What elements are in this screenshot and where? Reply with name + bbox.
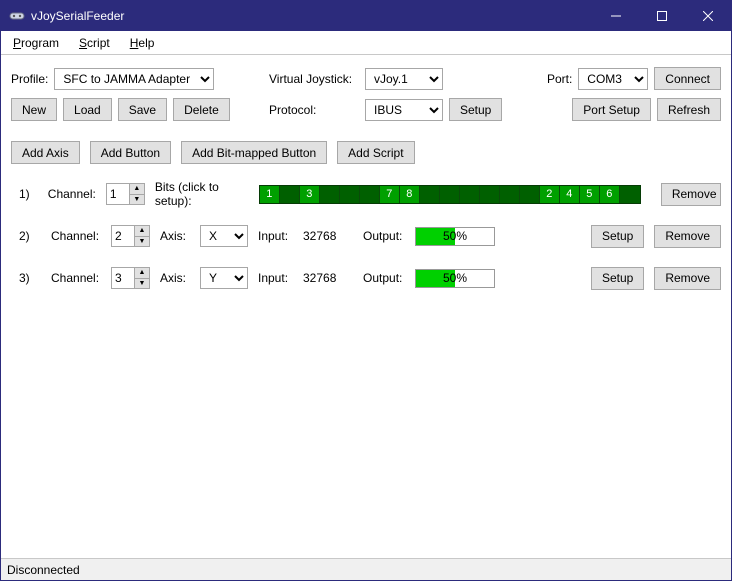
spin-down-icon[interactable]: ▼ bbox=[135, 237, 149, 247]
menu-program[interactable]: Program bbox=[9, 34, 63, 52]
joystick-select[interactable]: vJoy.1 bbox=[365, 68, 443, 90]
maximize-button[interactable] bbox=[639, 1, 685, 31]
channel-spinner[interactable]: ▲▼ bbox=[106, 183, 145, 205]
bit-cell[interactable]: 5 bbox=[580, 186, 600, 203]
spin-up-icon[interactable]: ▲ bbox=[135, 226, 149, 237]
profile-load-button[interactable]: Load bbox=[63, 98, 112, 121]
port-refresh-button[interactable]: Refresh bbox=[657, 98, 721, 121]
spin-up-icon[interactable]: ▲ bbox=[135, 268, 149, 279]
row-setup-button[interactable]: Setup bbox=[591, 267, 644, 290]
remove-button[interactable]: Remove bbox=[654, 267, 721, 290]
axis-label: Axis: bbox=[160, 229, 190, 243]
window-title: vJoySerialFeeder bbox=[31, 9, 124, 23]
bit-cell[interactable] bbox=[420, 186, 440, 203]
bit-cell[interactable] bbox=[620, 186, 640, 203]
input-value: 32768 bbox=[303, 271, 353, 285]
axis-label: Axis: bbox=[160, 271, 190, 285]
bits-bar[interactable]: 1 3 78 2456 bbox=[259, 185, 641, 204]
port-select[interactable]: COM3 bbox=[578, 68, 648, 90]
profile-delete-button[interactable]: Delete bbox=[173, 98, 230, 121]
add-bitmapped-button[interactable]: Add Bit-mapped Button bbox=[181, 141, 327, 164]
protocol-select[interactable]: IBUS bbox=[365, 99, 443, 121]
bit-cell[interactable] bbox=[360, 186, 380, 203]
input-label: Input: bbox=[258, 229, 293, 243]
port-label: Port: bbox=[547, 72, 572, 86]
connect-button[interactable]: Connect bbox=[654, 67, 721, 90]
profile-select[interactable]: SFC to JAMMA Adapter bbox=[54, 68, 214, 90]
profile-save-button[interactable]: Save bbox=[118, 98, 167, 121]
protocol-setup-button[interactable]: Setup bbox=[449, 98, 502, 121]
bit-cell[interactable] bbox=[460, 186, 480, 203]
output-label: Output: bbox=[363, 229, 405, 243]
output-meter: 50% bbox=[415, 269, 495, 288]
row-index: 1) bbox=[11, 187, 38, 201]
output-label: Output: bbox=[363, 271, 405, 285]
bit-cell[interactable] bbox=[500, 186, 520, 203]
status-text: Disconnected bbox=[7, 563, 80, 577]
spin-down-icon[interactable]: ▼ bbox=[130, 195, 144, 205]
channel-label: Channel: bbox=[51, 229, 101, 243]
bit-cell[interactable] bbox=[280, 186, 300, 203]
output-value: 50% bbox=[443, 229, 467, 243]
statusbar: Disconnected bbox=[1, 558, 731, 580]
menubar: Program Script Help bbox=[1, 31, 731, 55]
bit-cell[interactable]: 3 bbox=[300, 186, 320, 203]
channel-input[interactable] bbox=[112, 268, 134, 288]
titlebar: vJoySerialFeeder bbox=[1, 1, 731, 31]
channel-spinner[interactable]: ▲▼ bbox=[111, 267, 150, 289]
protocol-label: Protocol: bbox=[269, 103, 359, 117]
minimize-button[interactable] bbox=[593, 1, 639, 31]
remove-button[interactable]: Remove bbox=[654, 225, 721, 248]
bit-cell[interactable] bbox=[440, 186, 460, 203]
row-index: 2) bbox=[11, 229, 41, 243]
app-icon bbox=[9, 8, 25, 24]
axis-select[interactable]: X bbox=[200, 225, 248, 247]
channel-spinner[interactable]: ▲▼ bbox=[111, 225, 150, 247]
bit-cell[interactable] bbox=[520, 186, 540, 203]
spin-down-icon[interactable]: ▼ bbox=[135, 279, 149, 289]
menu-help[interactable]: Help bbox=[126, 34, 159, 52]
menu-script[interactable]: Script bbox=[75, 34, 114, 52]
bit-cell[interactable]: 7 bbox=[380, 186, 400, 203]
add-axis-button[interactable]: Add Axis bbox=[11, 141, 80, 164]
mapping-row: 2) Channel: ▲▼ Axis: X Input: 32768 Output: 50% S… bbox=[11, 222, 721, 250]
bits-label: Bits (click to setup): bbox=[155, 180, 249, 208]
mapping-row: 1) Channel: ▲▼ Bits (click to setup): 1 3 78 24… bbox=[11, 180, 721, 208]
bit-cell[interactable]: 1 bbox=[260, 186, 280, 203]
bit-cell[interactable]: 2 bbox=[540, 186, 560, 203]
close-button[interactable] bbox=[685, 1, 731, 31]
bit-cell[interactable]: 4 bbox=[560, 186, 580, 203]
output-value: 50% bbox=[443, 271, 467, 285]
channel-label: Channel: bbox=[51, 271, 101, 285]
bit-cell[interactable]: 8 bbox=[400, 186, 420, 203]
output-meter: 50% bbox=[415, 227, 495, 246]
spin-up-icon[interactable]: ▲ bbox=[130, 184, 144, 195]
input-value: 32768 bbox=[303, 229, 353, 243]
profile-label: Profile: bbox=[11, 72, 48, 86]
bit-cell[interactable] bbox=[320, 186, 340, 203]
profile-new-button[interactable]: New bbox=[11, 98, 57, 121]
bit-cell[interactable] bbox=[480, 186, 500, 203]
channel-input[interactable] bbox=[112, 226, 134, 246]
port-setup-button[interactable]: Port Setup bbox=[572, 98, 651, 121]
row-index: 3) bbox=[11, 271, 41, 285]
row-setup-button[interactable]: Setup bbox=[591, 225, 644, 248]
add-script-button[interactable]: Add Script bbox=[337, 141, 414, 164]
channel-label: Channel: bbox=[48, 187, 96, 201]
add-button-button[interactable]: Add Button bbox=[90, 141, 171, 164]
joystick-label: Virtual Joystick: bbox=[269, 72, 359, 86]
input-label: Input: bbox=[258, 271, 293, 285]
axis-select[interactable]: Y bbox=[200, 267, 248, 289]
mapping-row: 3) Channel: ▲▼ Axis: Y Input: 32768 Output: 50% S… bbox=[11, 264, 721, 292]
bit-cell[interactable]: 6 bbox=[600, 186, 620, 203]
bit-cell[interactable] bbox=[340, 186, 360, 203]
content-area: Profile: SFC to JAMMA Adapter Virtual Jo… bbox=[1, 55, 731, 558]
channel-input[interactable] bbox=[107, 184, 129, 204]
mappings-list: 1)Channel:▲▼Bits (click to setup):137824… bbox=[11, 180, 721, 292]
remove-button[interactable]: Remove bbox=[661, 183, 721, 206]
